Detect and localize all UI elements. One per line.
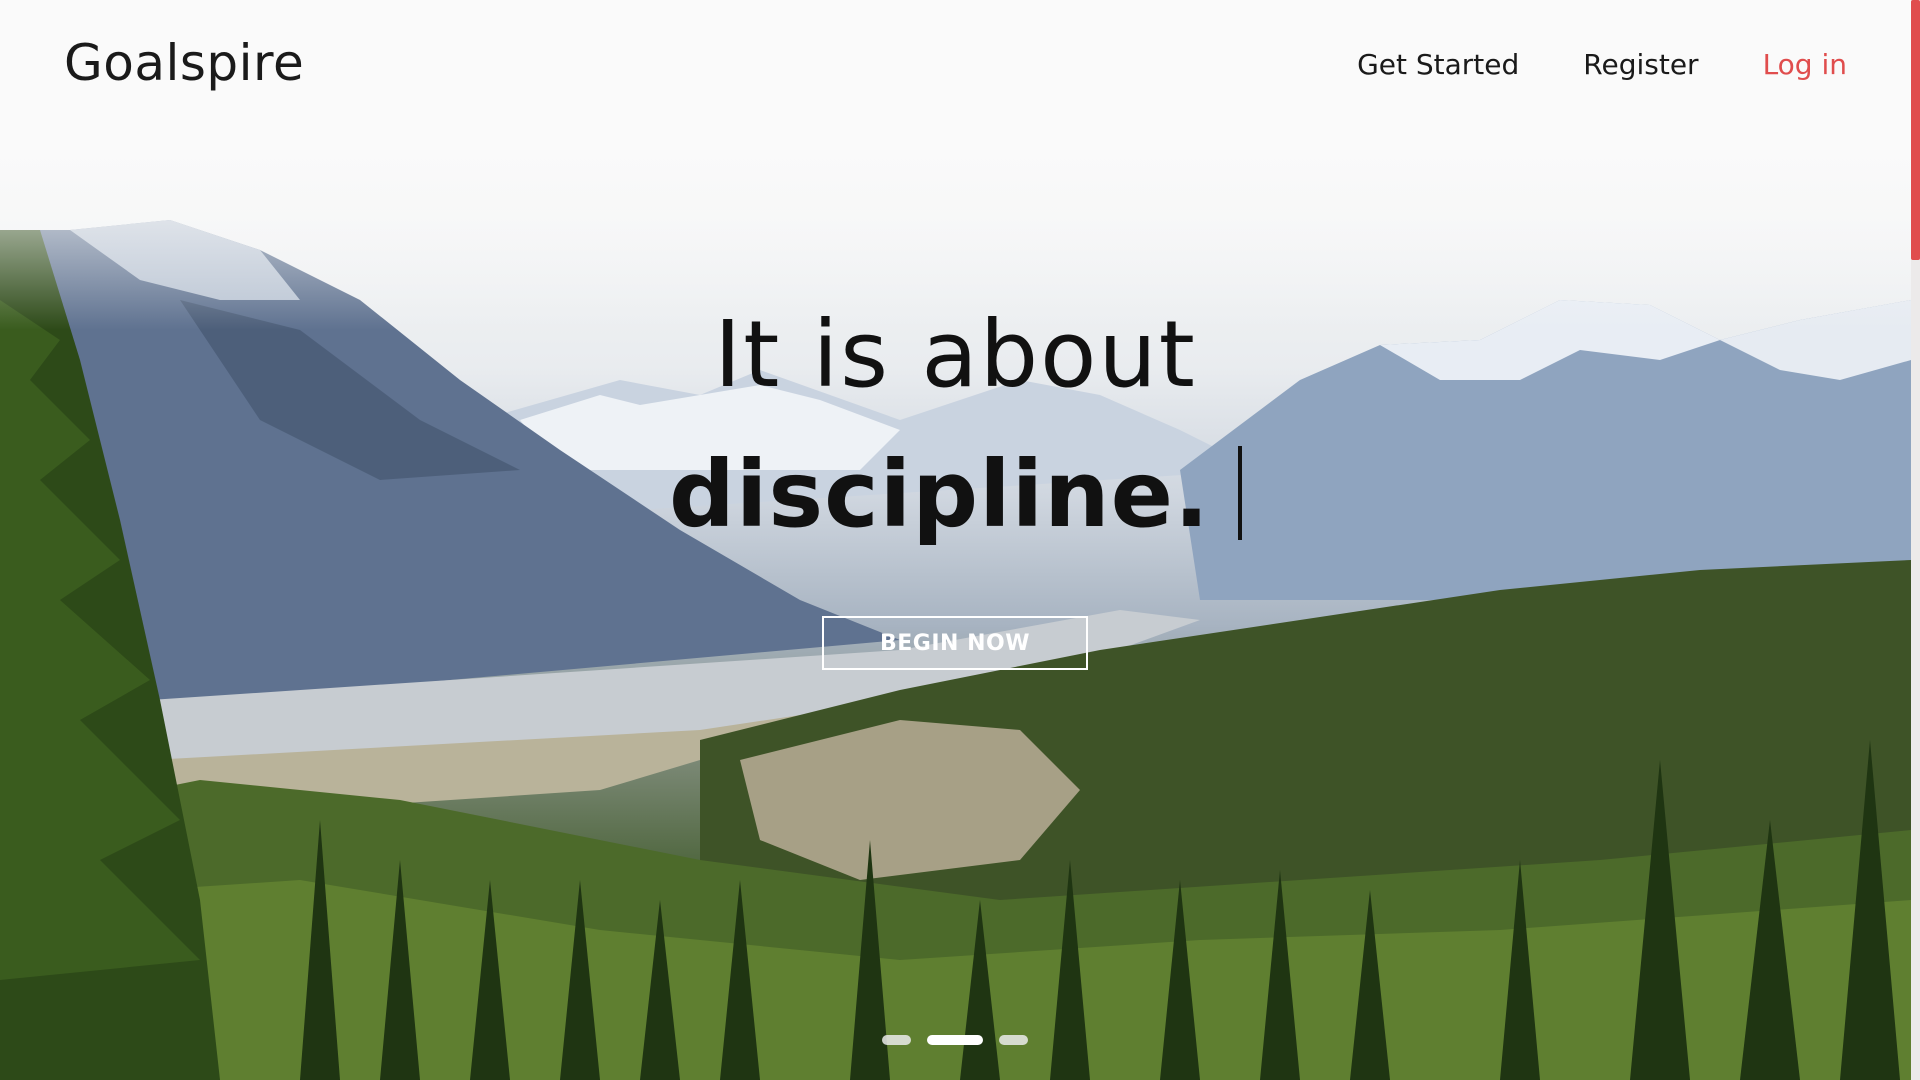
nav-register-link[interactable]: Register — [1583, 48, 1698, 81]
hero-typed-word: discipline. — [669, 441, 1210, 548]
nav-get-started-link[interactable]: Get Started — [1357, 48, 1519, 81]
typing-cursor — [1238, 446, 1242, 540]
begin-now-button[interactable]: BEGIN NOW — [822, 616, 1088, 670]
carousel-dot-2-active[interactable] — [927, 1035, 983, 1045]
carousel-indicators — [882, 1035, 1028, 1045]
hero-section: It is about discipline. — [0, 290, 1911, 570]
scrollbar-track[interactable] — [1911, 0, 1920, 1080]
top-navbar: Goalspire Get Started Register Log in — [0, 0, 1911, 140]
carousel-dot-1[interactable] — [882, 1035, 911, 1045]
brand-logo[interactable]: Goalspire — [64, 34, 304, 92]
nav-login-link[interactable]: Log in — [1763, 48, 1847, 81]
hero-headline-line2: discipline. — [0, 420, 1911, 570]
carousel-dot-3[interactable] — [999, 1035, 1028, 1045]
hero-headline-line1: It is about — [714, 301, 1197, 408]
scrollbar-thumb[interactable] — [1911, 0, 1920, 260]
main-nav: Get Started Register Log in — [1357, 48, 1847, 81]
